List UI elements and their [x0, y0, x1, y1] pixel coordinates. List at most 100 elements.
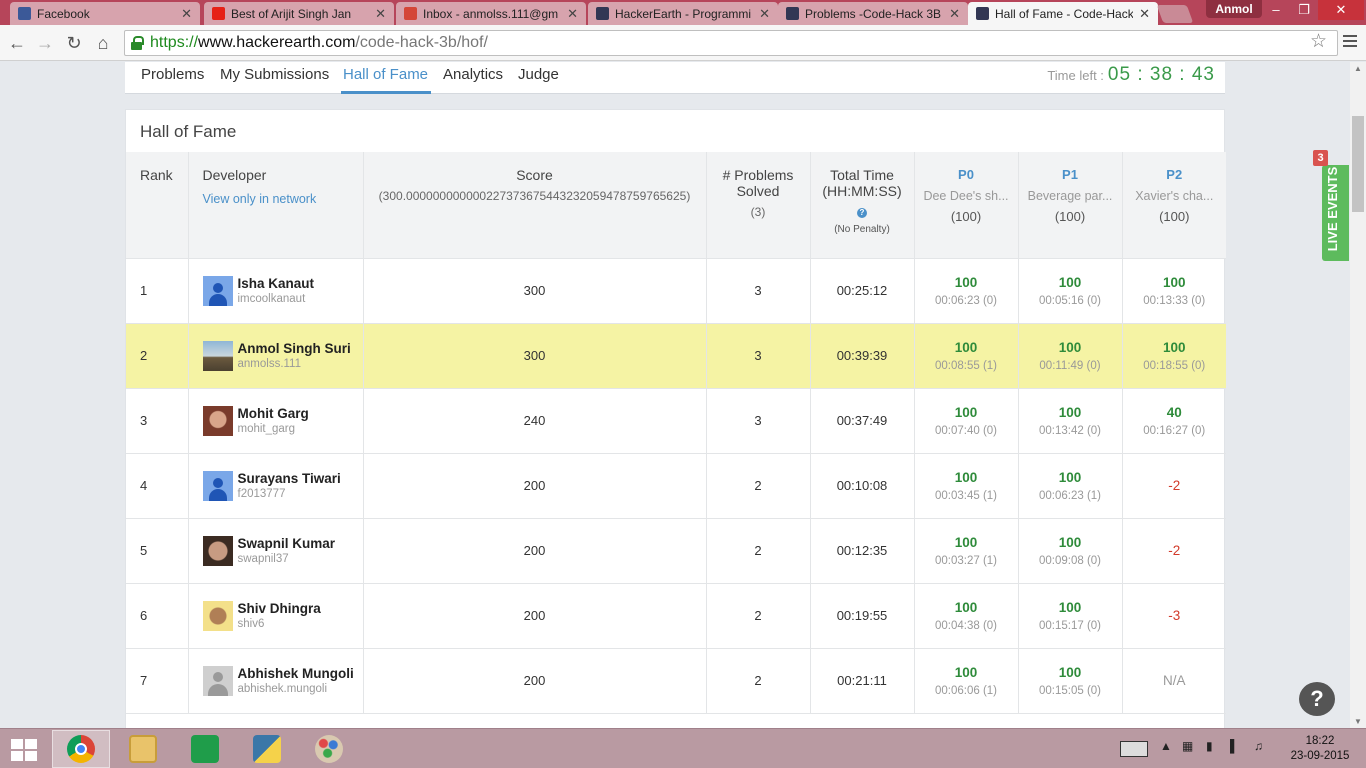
volume-icon[interactable]: ♫ — [1254, 739, 1263, 753]
problem-result-cell[interactable]: 100 00:03:45 (1) — [914, 453, 1019, 519]
avatar[interactable] — [202, 405, 233, 436]
problem-result-cell[interactable]: N/A — [1122, 648, 1226, 714]
taskbar-clock[interactable]: 18:22 23-09-2015 — [1290, 734, 1350, 764]
browser-tab[interactable]: Facebook ✕ — [10, 2, 200, 25]
action-center-icon[interactable]: ▦ — [1182, 739, 1193, 753]
problem-header-p2[interactable]: P2 Xavier's cha... (100) — [1122, 152, 1226, 259]
developer-handle: shiv6 — [237, 618, 265, 630]
developer-name[interactable]: Mohit Garg — [238, 406, 309, 421]
maximize-button[interactable]: ❐ — [1290, 0, 1318, 20]
problem-result-cell[interactable]: 100 00:11:49 (0) — [1018, 323, 1123, 389]
problem-result-cell[interactable]: 40 00:16:27 (0) — [1122, 388, 1226, 454]
total-time-header[interactable]: Total Time (HH:MM:SS) ? (No Penalty) — [810, 152, 915, 259]
problem-result-cell[interactable]: 100 00:15:05 (0) — [1018, 648, 1123, 714]
store-icon[interactable] — [176, 730, 234, 768]
tab-close-icon[interactable]: ✕ — [1139, 6, 1150, 22]
problem-result-cell[interactable]: -3 — [1122, 583, 1226, 649]
windows-start-button[interactable] — [8, 737, 40, 763]
scrollbar-thumb[interactable] — [1352, 116, 1364, 212]
profile-button[interactable]: Anmol — [1206, 0, 1262, 18]
tab-close-icon[interactable]: ✕ — [759, 6, 770, 22]
developer-name[interactable]: Swapnil Kumar — [238, 536, 336, 551]
browser-tab[interactable]: Hall of Fame - Code-Hack ✕ — [968, 2, 1158, 25]
chrome-icon[interactable] — [52, 730, 110, 768]
problem-result-cell[interactable]: 100 00:18:55 (0) — [1122, 323, 1226, 389]
avatar[interactable] — [202, 470, 233, 501]
view-in-network-link[interactable]: View only in network — [203, 192, 363, 206]
avatar[interactable] — [202, 340, 233, 371]
keyboard-icon[interactable] — [1120, 741, 1148, 757]
problem-result-cell[interactable]: 100 00:15:17 (0) — [1018, 583, 1123, 649]
developer-name[interactable]: Abhishek Mungoli — [238, 666, 354, 681]
nav-tab-hall-of-fame[interactable]: Hall of Fame — [343, 66, 428, 83]
problem-header-p0[interactable]: P0 Dee Dee's sh... (100) — [914, 152, 1019, 259]
developer-handle: f2013777 — [237, 488, 286, 500]
nav-tab-problems[interactable]: Problems — [141, 66, 204, 83]
forward-icon[interactable]: → — [34, 32, 56, 54]
avatar[interactable] — [202, 535, 233, 566]
hackerearth-icon — [786, 7, 799, 20]
nav-tab-judge[interactable]: Judge — [518, 66, 559, 83]
scroll-up-icon[interactable]: ▲ — [1354, 64, 1362, 73]
solved-header[interactable]: # Problems Solved (3) — [706, 152, 811, 259]
tab-close-icon[interactable]: ✕ — [181, 6, 192, 22]
nav-tab-analytics[interactable]: Analytics — [443, 66, 503, 83]
score-cell: 200 — [363, 648, 707, 714]
page-scrollbar[interactable]: ▲ ▼ — [1350, 62, 1366, 728]
python-icon[interactable] — [238, 730, 296, 768]
browser-menu-icon[interactable] — [1343, 35, 1357, 50]
browser-tab[interactable]: Inbox - anmolss.111@gm ✕ — [396, 2, 586, 25]
tab-close-icon[interactable]: ✕ — [949, 6, 960, 22]
problem-code: P0 — [958, 167, 974, 182]
avatar[interactable] — [202, 600, 233, 631]
score-cell: 200 — [363, 583, 707, 649]
developer-name[interactable]: Surayans Tiwari — [238, 471, 341, 486]
problem-score: 100 — [954, 274, 978, 290]
avatar[interactable] — [202, 665, 233, 696]
developer-name[interactable]: Anmol Singh Suri — [238, 341, 351, 356]
problem-result-cell[interactable]: -2 — [1122, 453, 1226, 519]
live-events-badge: 3 — [1313, 150, 1328, 166]
problem-result-cell[interactable]: 100 00:04:38 (0) — [914, 583, 1019, 649]
developer-name[interactable]: Shiv Dhingra — [238, 601, 321, 616]
avatar[interactable] — [202, 275, 233, 306]
new-tab-button[interactable] — [1156, 5, 1194, 23]
reload-icon[interactable]: ↻ — [63, 32, 85, 54]
address-bar[interactable]: https://www.hackerearth.com/code-hack-3b… — [124, 30, 1338, 56]
bookmark-star-icon[interactable]: ☆ — [1310, 30, 1327, 53]
live-events-tab[interactable]: LIVE EVENTS — [1322, 165, 1349, 261]
browser-tab[interactable]: Problems -Code-Hack 3B ✕ — [778, 2, 968, 25]
help-icon[interactable]: ? — [857, 208, 867, 218]
paint-icon[interactable] — [300, 730, 358, 768]
problem-result-cell[interactable]: -2 — [1122, 518, 1226, 584]
question-icon[interactable]: ? — [1299, 682, 1335, 716]
rank-header[interactable]: Rank — [126, 152, 189, 259]
problem-result-cell[interactable]: 100 00:13:33 (0) — [1122, 258, 1226, 324]
network-icon[interactable]: ▌ — [1230, 739, 1239, 753]
problem-result-cell[interactable]: 100 00:03:27 (1) — [914, 518, 1019, 584]
home-icon[interactable]: ⌂ — [92, 32, 114, 54]
browser-tab[interactable]: HackerEarth - Programmi ✕ — [588, 2, 778, 25]
file-explorer-icon[interactable] — [114, 730, 172, 768]
scroll-down-icon[interactable]: ▼ — [1354, 717, 1362, 726]
window-close-button[interactable]: ✕ — [1318, 0, 1364, 20]
problem-result-cell[interactable]: 100 00:05:16 (0) — [1018, 258, 1123, 324]
problem-result-cell[interactable]: 100 00:06:06 (1) — [914, 648, 1019, 714]
problem-header-p1[interactable]: P1 Beverage par... (100) — [1018, 152, 1123, 259]
tab-close-icon[interactable]: ✕ — [375, 6, 386, 22]
nav-tab-my-submissions[interactable]: My Submissions — [220, 66, 329, 83]
problem-result-cell[interactable]: 100 00:06:23 (0) — [914, 258, 1019, 324]
browser-tab[interactable]: Best of Arijit Singh Jan ✕ — [204, 2, 394, 25]
problem-result-cell[interactable]: 100 00:13:42 (0) — [1018, 388, 1123, 454]
problem-result-cell[interactable]: 100 00:08:55 (1) — [914, 323, 1019, 389]
problem-result-cell[interactable]: 100 00:06:23 (1) — [1018, 453, 1123, 519]
minimize-button[interactable]: – — [1262, 0, 1290, 20]
tray-expand-icon[interactable]: ▲ — [1160, 739, 1172, 753]
problem-result-cell[interactable]: 100 00:07:40 (0) — [914, 388, 1019, 454]
back-icon[interactable]: ← — [6, 32, 28, 54]
tab-close-icon[interactable]: ✕ — [567, 6, 578, 22]
problem-result-cell[interactable]: 100 00:09:08 (0) — [1018, 518, 1123, 584]
battery-icon[interactable]: ▮ — [1206, 739, 1213, 753]
developer-name[interactable]: Isha Kanaut — [238, 276, 315, 291]
score-header[interactable]: Score (300.00000000000022737367544323205… — [363, 152, 707, 259]
